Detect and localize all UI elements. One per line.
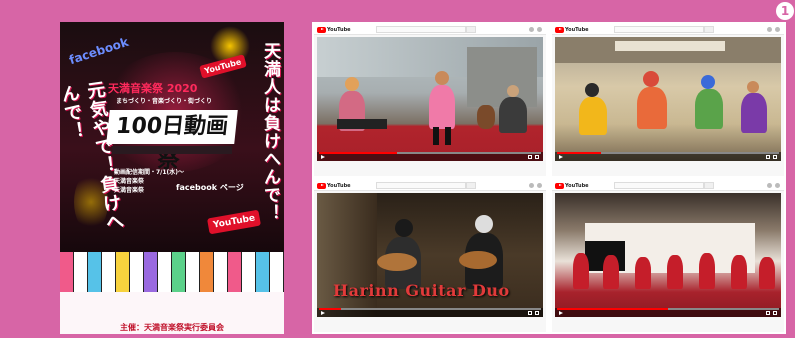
play-icon[interactable]	[559, 155, 563, 159]
search-icon[interactable]	[466, 182, 476, 189]
youtube-header: YouTube	[314, 24, 546, 35]
fullscreen-icon[interactable]	[773, 155, 777, 159]
video-panel: YouTube	[314, 24, 546, 176]
settings-icon[interactable]	[528, 311, 532, 315]
video-overlay-title: Harinn Guitar Duo	[333, 281, 510, 300]
apps-icon[interactable]	[529, 27, 534, 32]
avatar[interactable]	[537, 27, 542, 32]
apps-icon[interactable]	[767, 183, 772, 188]
settings-icon[interactable]	[528, 155, 532, 159]
youtube-header: YouTube	[314, 180, 546, 191]
youtube-logo[interactable]: YouTube	[555, 26, 589, 33]
youtube-logo[interactable]: YouTube	[555, 182, 589, 189]
search-input[interactable]	[376, 26, 466, 33]
search-icon[interactable]	[704, 182, 714, 189]
video-progress-bar[interactable]	[557, 308, 779, 310]
video-controls	[317, 308, 543, 317]
youtube-header: YouTube	[552, 24, 784, 35]
poster-host: 主催：天満音楽祭実行委員会	[120, 323, 224, 332]
avatar[interactable]	[775, 27, 780, 32]
video-controls	[555, 308, 781, 317]
apps-icon[interactable]	[529, 183, 534, 188]
search-icon[interactable]	[704, 26, 714, 33]
main-title-underline	[112, 146, 232, 154]
facebook-page-label: facebook ページ	[176, 183, 244, 192]
search-input[interactable]	[614, 26, 704, 33]
apps-icon[interactable]	[767, 27, 772, 32]
video-player[interactable]	[555, 193, 781, 317]
avatar[interactable]	[775, 183, 780, 188]
fullscreen-icon[interactable]	[773, 311, 777, 315]
facebook-logo-text: facebook	[67, 34, 131, 68]
video-controls	[317, 152, 543, 161]
youtube-logo-badge-bottom: YouTube	[207, 209, 262, 235]
video-panel: YouTube	[552, 180, 784, 332]
youtube-header: YouTube	[552, 180, 784, 191]
video-player[interactable]	[555, 37, 781, 161]
settings-icon[interactable]	[766, 311, 770, 315]
video-screenshot-grid: YouTube YouTube YouTube Harinn Guitar Du…	[312, 22, 786, 334]
video-player[interactable]: Harinn Guitar Duo	[317, 193, 543, 317]
main-title-100-day-video-festival: 100日動画祭	[106, 110, 238, 173]
settings-icon[interactable]	[766, 155, 770, 159]
poster-header-area: facebook 天満人は負けへんで！ 元気やで！負けへんで！ YouTube …	[60, 22, 284, 252]
youtube-play-icon	[317, 182, 326, 189]
figure-number-badge: 1	[776, 2, 794, 20]
fullscreen-icon[interactable]	[535, 155, 539, 159]
play-icon[interactable]	[321, 311, 325, 315]
search-icon[interactable]	[466, 26, 476, 33]
video-player[interactable]	[317, 37, 543, 161]
search-input[interactable]	[614, 182, 704, 189]
play-icon[interactable]	[321, 155, 325, 159]
avatar[interactable]	[537, 183, 542, 188]
video-progress-bar[interactable]	[319, 308, 541, 310]
play-icon[interactable]	[559, 311, 563, 315]
youtube-logo[interactable]: YouTube	[317, 182, 351, 189]
festival-subtitle: まちづくり・音楽づくり・街づくり	[116, 98, 213, 105]
video-progress-bar[interactable]	[557, 152, 779, 154]
info-line: 動画配信期間・7/1(水)～	[114, 169, 185, 176]
video-controls	[555, 152, 781, 161]
video-progress-bar[interactable]	[319, 152, 541, 154]
youtube-logo[interactable]: YouTube	[317, 26, 351, 33]
poster-vertical-slogan-right: 天満人は負けへんで！	[260, 42, 280, 222]
youtube-play-icon	[555, 182, 564, 189]
festival-title: 天満音楽祭 2020	[108, 82, 198, 95]
search-input[interactable]	[376, 182, 466, 189]
poster-footer: 主催：天満音楽祭実行委員会	[60, 292, 284, 334]
piano-keys-decoration	[60, 252, 284, 292]
youtube-play-icon	[317, 26, 326, 33]
youtube-play-icon	[555, 26, 564, 33]
video-panel: YouTube	[552, 24, 784, 176]
fullscreen-icon[interactable]	[535, 311, 539, 315]
festival-poster: facebook 天満人は負けへんで！ 元気やで！負けへんで！ YouTube …	[60, 22, 284, 334]
video-panel: YouTube Harinn Guitar Duo	[314, 180, 546, 332]
